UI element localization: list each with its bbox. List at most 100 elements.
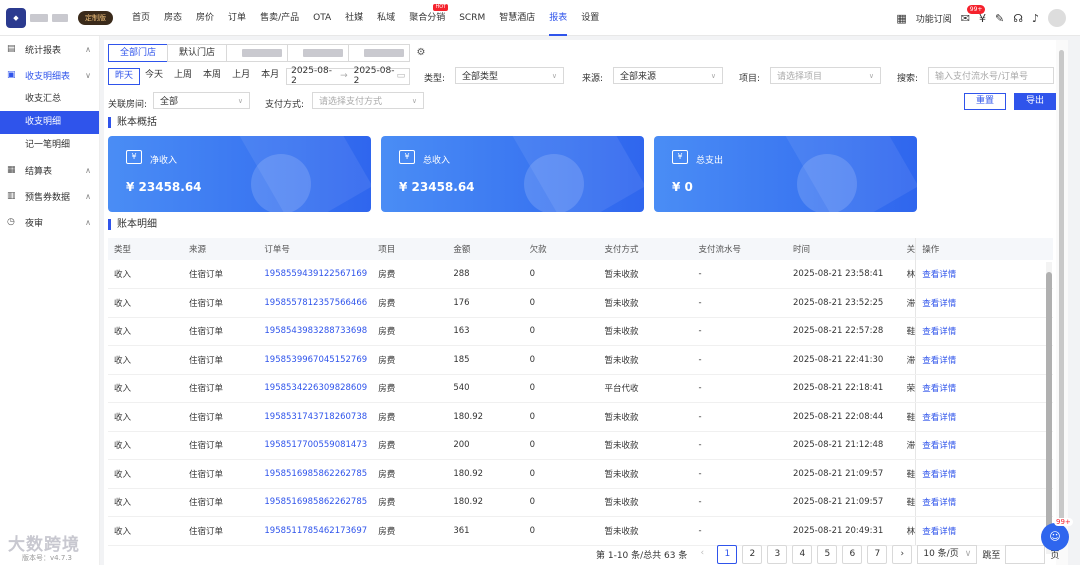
view-detail-link[interactable]: 查看详情: [915, 374, 1053, 403]
export-button[interactable]: 导出: [1014, 93, 1057, 110]
view-detail-link[interactable]: 查看详情: [915, 345, 1053, 375]
nav-item-1[interactable]: 房态: [157, 0, 189, 36]
sidebar-group-night-audit[interactable]: ◷ 夜审 ∧: [0, 209, 99, 235]
view-detail-link[interactable]: 查看详情: [915, 260, 1053, 289]
page-button[interactable]: 3: [767, 545, 788, 564]
date-today-button[interactable]: 今天: [139, 68, 169, 85]
source-select[interactable]: 全部来源 ∨: [613, 67, 723, 84]
type-select[interactable]: 全部类型 ∨: [455, 67, 564, 84]
reset-button[interactable]: 重置: [964, 93, 1007, 110]
nav-item-9[interactable]: SCRM: [452, 0, 492, 36]
ledger-table: 类型 来源 订单号 项目 金额 欠款 支付方式 支付流水号 时间关操作 收入 住宿订单 195855…: [108, 238, 1053, 546]
jump-input[interactable]: [1005, 545, 1046, 564]
view-detail-link[interactable]: 查看详情: [915, 516, 1053, 546]
nav-item-4[interactable]: 售卖/产品: [253, 0, 306, 36]
search-input[interactable]: 输入支付流水号/订单号: [928, 67, 1054, 84]
order-number-link[interactable]: 1958511785462173697: [258, 516, 373, 546]
headset-icon[interactable]: ☊: [1013, 12, 1023, 25]
page-button[interactable]: 5: [817, 545, 838, 564]
card-value: ¥ 23458.64: [399, 180, 475, 194]
table-cell: 房费: [372, 374, 448, 403]
price-icon[interactable]: ¥: [979, 12, 986, 25]
view-detail-link[interactable]: 查看详情: [915, 431, 1053, 460]
page-scrollbar[interactable]: [1056, 40, 1068, 565]
chevron-up-icon: ∧: [85, 191, 91, 201]
view-detail-link[interactable]: 查看详情: [915, 288, 1053, 318]
sidebar-group-settlement[interactable]: ▦ 结算表 ∧: [0, 157, 99, 183]
card-value: ¥ 0: [672, 180, 693, 194]
nav-item-3[interactable]: 订单: [221, 0, 253, 36]
app-logo[interactable]: ◆: [6, 7, 26, 28]
page-scroll-thumb[interactable]: [1059, 50, 1064, 530]
feature-subscription-link[interactable]: 功能订阅: [916, 12, 952, 25]
prev-page-button[interactable]: ‹: [692, 545, 712, 564]
nav-item-10[interactable]: 智慧酒店: [492, 0, 542, 36]
chat-icon[interactable]: ☺: [1041, 523, 1069, 551]
date-last-week-button[interactable]: 上周: [168, 68, 198, 85]
nav-item-7[interactable]: 私域: [370, 0, 402, 36]
nav-item-11[interactable]: 报表: [542, 0, 574, 36]
sidebar-item-detail[interactable]: 收支明细: [0, 111, 99, 134]
avatar[interactable]: [1048, 9, 1066, 27]
room-select[interactable]: 全部 ∨: [153, 92, 250, 109]
table-scrollbar[interactable]: [1046, 262, 1052, 554]
gear-icon[interactable]: ⚙: [413, 44, 429, 62]
page-button[interactable]: 1: [717, 545, 738, 564]
tab-store-blurred-3[interactable]: [348, 44, 411, 62]
tab-all-stores[interactable]: 全部门店: [108, 44, 169, 62]
watermark-logo: 大数跨境: [8, 535, 80, 555]
payment-select[interactable]: 请选择支付方式 ∨: [312, 92, 424, 109]
page-button[interactable]: 2: [742, 545, 763, 564]
page-button[interactable]: 6: [842, 545, 863, 564]
order-number-link[interactable]: 1958539967045152769: [258, 345, 373, 375]
message-icon[interactable]: ✉ 99+: [961, 4, 986, 25]
date-this-week-button[interactable]: 本周: [197, 68, 227, 85]
grid-icon[interactable]: ▦: [896, 12, 906, 25]
project-select[interactable]: 请选择项目 ∨: [770, 67, 881, 84]
table-cell: 暂未收款: [598, 288, 693, 318]
tab-store-blurred-2[interactable]: [287, 44, 350, 62]
table-cell: 房费: [372, 431, 448, 460]
nav-item-5[interactable]: OTA: [306, 0, 338, 36]
edit-icon[interactable]: ✎: [995, 12, 1004, 25]
table-cell: 房费: [372, 260, 448, 289]
view-detail-link[interactable]: 查看详情: [915, 488, 1053, 517]
table-scroll-thumb[interactable]: [1046, 272, 1052, 542]
page-button[interactable]: 4: [792, 545, 813, 564]
order-number-link[interactable]: 1958531743718260738: [258, 402, 373, 432]
date-yesterday-button[interactable]: 昨天: [108, 67, 141, 85]
order-number-link[interactable]: 1958534226309828609: [258, 374, 373, 403]
view-detail-link[interactable]: 查看详情: [915, 459, 1053, 489]
view-detail-link[interactable]: 查看详情: [915, 317, 1053, 346]
page-size-select[interactable]: 10 条/页 ∨: [917, 545, 978, 564]
bell-icon[interactable]: ♪: [1032, 12, 1039, 25]
order-number-link[interactable]: 1958516985862262785: [258, 459, 373, 489]
order-number-link[interactable]: 1958516985862262785: [258, 488, 373, 517]
page-button[interactable]: 7: [867, 545, 888, 564]
chevron-down-icon: ∨: [551, 71, 557, 80]
sidebar-group-stats[interactable]: ▤ 统计报表 ∧: [0, 36, 99, 62]
sidebar-group-income[interactable]: ▣ 收支明细表 ∨: [0, 62, 99, 88]
order-number-link[interactable]: 1958517700559081473: [258, 431, 373, 460]
date-range-picker[interactable]: 2025-08-2 → 2025-08-2 ▭: [286, 66, 411, 86]
sidebar-item-summary[interactable]: 收支汇总: [0, 88, 99, 111]
table-cell: 房费: [372, 402, 448, 432]
order-number-link[interactable]: 1958543983288733698: [258, 317, 373, 346]
nav-item-2[interactable]: 房价: [189, 0, 221, 36]
nav-item-12[interactable]: 设置: [574, 0, 606, 36]
order-number-link[interactable]: 1958557812357566466: [258, 288, 373, 318]
date-this-month-button[interactable]: 本月: [255, 68, 285, 85]
nav-item-8[interactable]: 聚合分销 HOT: [402, 0, 452, 36]
sidebar-item-record[interactable]: 记一笔明细: [0, 134, 99, 157]
nav-item-6[interactable]: 社媒: [338, 0, 370, 36]
table-cell: 540: [447, 374, 524, 403]
nav-item-0[interactable]: 首页: [125, 0, 157, 36]
next-page-button[interactable]: ›: [892, 545, 913, 564]
order-number-link[interactable]: 1958559439122567169: [258, 260, 373, 289]
date-last-month-button[interactable]: 上月: [226, 68, 256, 85]
sidebar-group-presale[interactable]: ▥ 预售券数据 ∧: [0, 183, 99, 209]
tab-store-blurred[interactable]: [226, 44, 289, 62]
table-cell: 住宿订单: [183, 431, 259, 460]
view-detail-link[interactable]: 查看详情: [915, 402, 1053, 432]
tab-default-store[interactable]: 默认门店: [167, 44, 228, 62]
